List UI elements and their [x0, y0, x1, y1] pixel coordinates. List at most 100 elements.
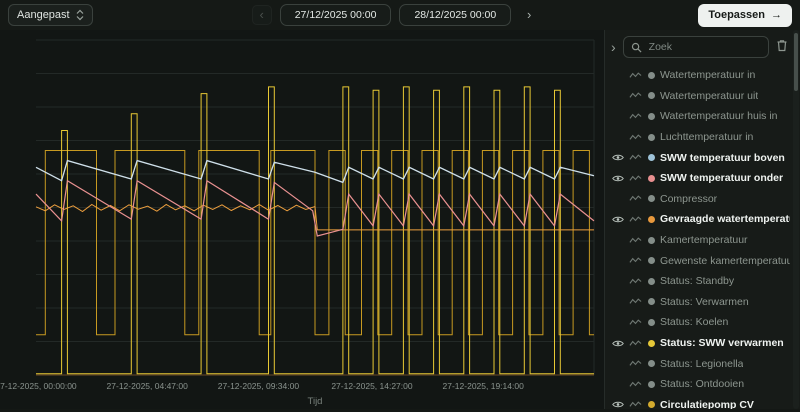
series-list-item[interactable]: Status: Verwarmen [611, 292, 800, 313]
series-color-dot [648, 236, 655, 244]
series-color-dot [648, 401, 655, 409]
apply-button[interactable]: Toepassen → [698, 3, 792, 27]
series-list-item[interactable]: Kamertemperatuur [611, 230, 800, 251]
x-tick-label: 27-12-2025, 09:34:00 [218, 381, 300, 391]
series-list-item[interactable]: Circulatiepomp CV [611, 395, 800, 409]
date-to-input[interactable]: 28/12/2025 00:00 [399, 4, 512, 26]
x-axis-title: Tijd [308, 396, 323, 407]
range-preset-button[interactable]: Aangepast [8, 4, 93, 26]
series-list-item[interactable]: SWW temperatuur onder [611, 168, 800, 189]
series-color-dot [648, 92, 655, 100]
line-chart-icon [629, 400, 643, 409]
main-content: 27-12-2025, 00:00:00 27-12-2025, 04:47:00… [0, 30, 800, 409]
arrow-right-icon: → [771, 9, 782, 21]
app-root: Aangepast ‹ 27/12/2025 00:00 28/12/2025 … [0, 0, 800, 409]
series-label: Kamertemperatuur [660, 234, 748, 247]
next-period-button[interactable]: › [519, 5, 539, 25]
line-chart-icon [629, 215, 643, 224]
series-label: Status: Verwarmen [660, 295, 749, 308]
series-color-dot [648, 257, 655, 265]
series-sidebar: › Watertemperatuur inWatertempe [604, 30, 800, 409]
series-color-dot [648, 195, 655, 203]
series-label: SWW temperatuur boven [660, 151, 785, 164]
eye-icon[interactable] [611, 153, 624, 162]
series-color-dot [648, 360, 655, 368]
line-chart-icon [629, 359, 643, 368]
series-color-dot [648, 339, 655, 347]
series-list-item[interactable]: Status: Koelen [611, 312, 800, 333]
series-color-dot [648, 112, 655, 120]
collapse-sidebar-button[interactable]: › [609, 39, 618, 55]
line-chart-icon [629, 297, 643, 306]
series-color-dot [648, 133, 655, 141]
series-color-dot [648, 215, 655, 223]
x-tick-label: 27-12-2025, 14:27:00 [331, 381, 413, 391]
delete-series-button[interactable] [774, 39, 790, 55]
series-list-item[interactable]: Status: SWW verwarmen [611, 333, 800, 354]
series-label: Status: Ontdooien [660, 378, 745, 391]
eye-icon[interactable] [611, 339, 624, 348]
line-chart-icon [629, 174, 643, 183]
x-tick-label: 27-12-2025, 04:47:00 [107, 381, 189, 391]
series-list-item[interactable]: Compressor [611, 189, 800, 210]
search-icon [631, 42, 642, 53]
series-label: Watertemperatuur in [660, 69, 756, 82]
range-preset-label: Aangepast [17, 9, 70, 21]
series-color-dot [648, 298, 655, 306]
search-input[interactable] [646, 40, 761, 54]
series-list-item[interactable]: Gewenste kamertemperatuur [611, 250, 800, 271]
trash-icon [777, 40, 787, 52]
sidebar-header: › [605, 30, 800, 63]
series-color-dot [648, 71, 655, 79]
x-tick-label: 27-12-2025, 00:00:00 [0, 381, 77, 391]
series-color-dot [648, 380, 655, 388]
line-chart-icon [629, 236, 643, 245]
apply-button-label: Toepassen [708, 9, 765, 21]
series-list-item[interactable]: Watertemperatuur uit [611, 86, 800, 107]
line-chart-icon [629, 153, 643, 162]
series-label: Status: Standby [660, 275, 735, 288]
search-box [622, 36, 769, 58]
series-list-item[interactable]: Gevraagde watertemperatuur [611, 209, 800, 230]
line-chart-icon [629, 71, 643, 80]
eye-icon[interactable] [611, 400, 624, 409]
scrollbar[interactable] [793, 30, 799, 409]
series-label: Gevraagde watertemperatuur [660, 213, 790, 226]
date-from-input[interactable]: 27/12/2025 00:00 [279, 4, 392, 26]
series-list-item[interactable]: SWW temperatuur boven [611, 147, 800, 168]
series-label: Compressor [660, 192, 718, 205]
chevron-left-icon: ‹ [259, 7, 264, 22]
chevron-right-icon: › [527, 7, 532, 22]
toolbar: Aangepast ‹ 27/12/2025 00:00 28/12/2025 … [0, 0, 800, 30]
prev-period-button[interactable]: ‹ [251, 5, 272, 25]
line-chart-icon [629, 380, 643, 389]
eye-icon[interactable] [611, 215, 624, 224]
series-circulatiepomp-cv [36, 150, 594, 336]
series-label: Circulatiepomp CV [660, 398, 754, 409]
line-chart-icon [629, 194, 643, 203]
eye-icon[interactable] [611, 174, 624, 183]
series-color-dot [648, 277, 655, 285]
series-list: Watertemperatuur in Watertemperatuur uit W… [605, 63, 800, 409]
select-chevrons-icon [76, 9, 84, 21]
series-label: Status: Legionella [660, 357, 744, 370]
series-label: SWW temperatuur onder [660, 172, 784, 185]
x-tick-label: 27-12-2025, 19:14:00 [443, 381, 525, 391]
series-list-item[interactable]: Status: Standby [611, 271, 800, 292]
series-list-item[interactable]: Status: Ontdooien [611, 374, 800, 395]
series-list-item[interactable]: Watertemperatuur in [611, 65, 800, 86]
series-label: Watertemperatuur uit [660, 89, 759, 102]
line-chart-icon [629, 133, 643, 142]
scrollbar-thumb[interactable] [794, 33, 798, 91]
series-list-item[interactable]: Watertemperatuur huis in [611, 106, 800, 127]
series-color-dot [648, 154, 655, 162]
chart-area[interactable]: 27-12-2025, 00:00:00 27-12-2025, 04:47:00… [0, 30, 604, 409]
series-label: Watertemperatuur huis in [660, 110, 778, 123]
line-chart-icon [629, 277, 643, 286]
line-chart-icon [629, 112, 643, 121]
series-label: Status: SWW verwarmen [660, 337, 784, 350]
series-list-item[interactable]: Status: Legionella [611, 353, 800, 374]
line-chart-icon [629, 318, 643, 327]
series-list-item[interactable]: Luchttemperatuur in [611, 127, 800, 148]
time-series-chart[interactable]: 27-12-2025, 00:00:00 27-12-2025, 04:47:00… [0, 30, 604, 409]
